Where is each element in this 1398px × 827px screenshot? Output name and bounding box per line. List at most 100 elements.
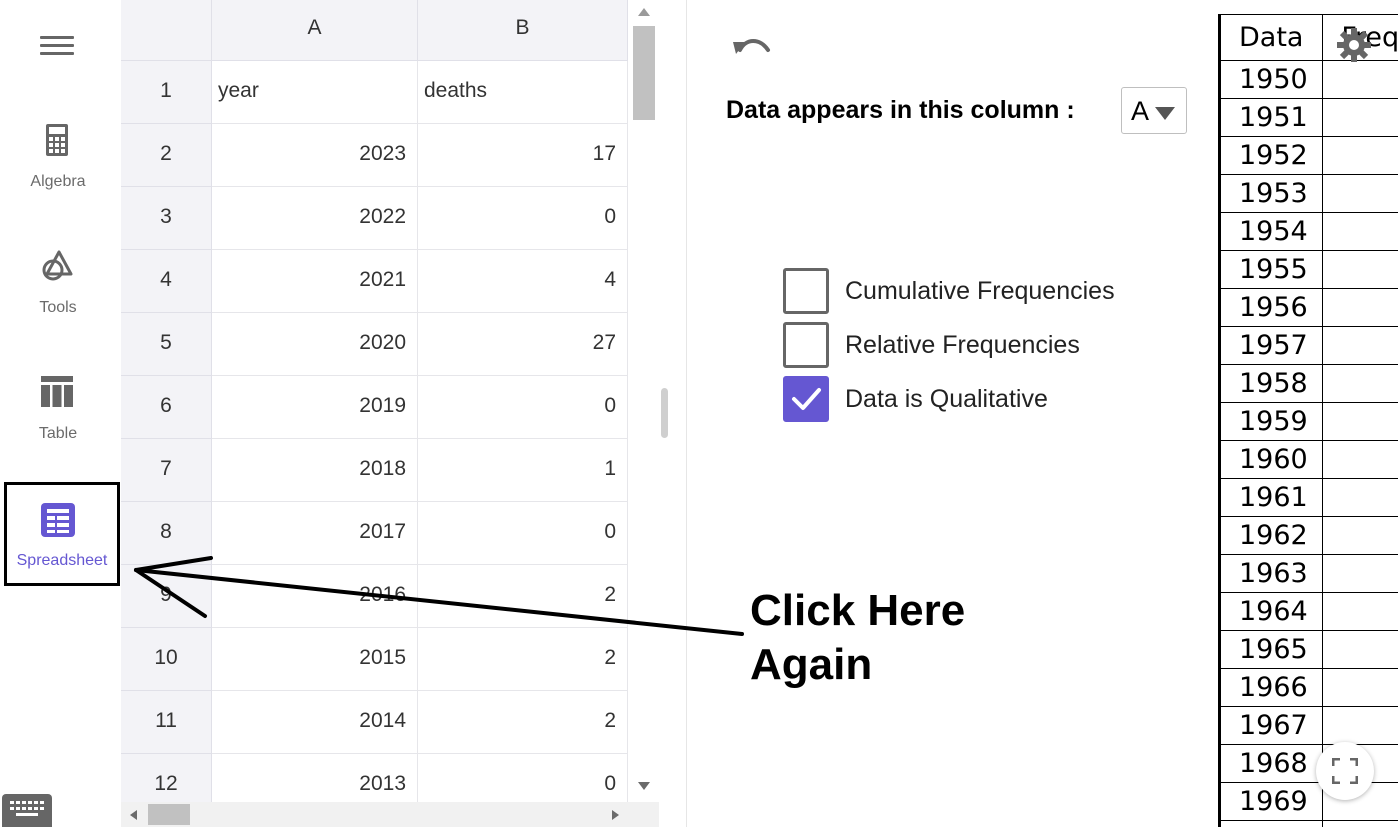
cell-a[interactable]: 2020 xyxy=(212,313,418,376)
table-row: 1970 xyxy=(1220,820,1398,827)
cell-b[interactable]: 17 xyxy=(418,124,628,187)
frequency-cell xyxy=(1322,820,1398,827)
horizontal-scroll-thumb[interactable] xyxy=(148,804,190,825)
data-cell: 1959 xyxy=(1220,402,1324,441)
cell-a[interactable]: 2023 xyxy=(212,124,418,187)
frequency-cell xyxy=(1322,326,1398,365)
table-row: 1953 xyxy=(1220,174,1398,213)
cumulative-frequencies-option[interactable]: Cumulative Frequencies xyxy=(783,268,1163,314)
menu-icon[interactable] xyxy=(40,34,74,60)
relative-frequencies-label: Relative Frequencies xyxy=(845,331,1080,359)
cell-a[interactable]: 2021 xyxy=(212,250,418,313)
nav-item-algebra[interactable]: Algebra xyxy=(0,122,116,226)
scroll-up-icon[interactable] xyxy=(638,8,650,16)
fullscreen-button[interactable] xyxy=(1316,742,1374,800)
column-header-a[interactable]: A xyxy=(212,0,418,61)
horizontal-scrollbar[interactable] xyxy=(121,802,659,827)
frequency-cell xyxy=(1322,250,1398,289)
panel-splitter[interactable] xyxy=(661,388,668,438)
frequency-table: Data Freq 1950 1951 1952 1953 1954 1955 1956 19… xyxy=(1218,14,1398,827)
relative-frequencies-option[interactable]: Relative Frequencies xyxy=(783,322,1163,368)
cell-b[interactable]: 2 xyxy=(418,565,628,628)
sheet-corner[interactable] xyxy=(121,0,212,61)
cell-b[interactable]: 27 xyxy=(418,313,628,376)
scroll-left-icon[interactable] xyxy=(130,810,137,820)
gear-icon[interactable] xyxy=(1336,27,1372,63)
data-is-qualitative-option[interactable]: Data is Qualitative xyxy=(783,376,1163,422)
vertical-scrollbar[interactable] xyxy=(630,0,658,800)
cell-a[interactable]: 2015 xyxy=(212,628,418,691)
undo-icon[interactable] xyxy=(730,30,772,64)
data-cell: 1962 xyxy=(1220,516,1324,555)
data-is-qualitative-checkbox[interactable] xyxy=(783,376,829,422)
data-column-select[interactable]: A xyxy=(1121,87,1187,134)
data-cell: 1970 xyxy=(1220,820,1324,827)
frequency-cell xyxy=(1322,478,1398,517)
nav-item-tools[interactable]: Tools xyxy=(0,248,116,352)
nav-label-spreadsheet: Spreadsheet xyxy=(16,552,108,569)
cell-a[interactable]: 2018 xyxy=(212,439,418,502)
cell-b[interactable]: 0 xyxy=(418,187,628,250)
scroll-down-icon[interactable] xyxy=(638,782,650,790)
row-header[interactable]: 9 xyxy=(121,565,212,628)
chevron-down-icon xyxy=(1155,107,1175,120)
row-header[interactable]: 6 xyxy=(121,376,212,439)
nav-item-spreadsheet[interactable]: Spreadsheet xyxy=(4,482,120,586)
cell-b[interactable]: deaths xyxy=(418,61,628,124)
data-cell: 1969 xyxy=(1220,782,1324,821)
cell-b[interactable]: 2 xyxy=(418,691,628,754)
row-header[interactable]: 7 xyxy=(121,439,212,502)
table-row: 1951 xyxy=(1220,98,1398,137)
data-cell: 1950 xyxy=(1220,60,1324,99)
data-cell: 1968 xyxy=(1220,744,1324,783)
table-row: 1956 xyxy=(1220,288,1398,327)
row-header[interactable]: 2 xyxy=(121,124,212,187)
frequency-cell xyxy=(1322,440,1398,479)
cell-b[interactable]: 0 xyxy=(418,376,628,439)
cell-a[interactable]: 2017 xyxy=(212,502,418,565)
nav-label-algebra: Algebra xyxy=(30,173,86,190)
row-header[interactable]: 8 xyxy=(121,502,212,565)
spreadsheet-view: A B 1 year deaths 2 2023 17 3 2022 0 4 2021 4 5 2020 2… xyxy=(121,0,687,827)
cell-a[interactable]: year xyxy=(212,61,418,124)
frequency-cell xyxy=(1322,592,1398,631)
sheet-row: 8 2017 0 xyxy=(121,502,628,565)
data-cell: 1957 xyxy=(1220,326,1324,365)
sheet-row: 3 2022 0 xyxy=(121,187,628,250)
row-header[interactable]: 4 xyxy=(121,250,212,313)
row-header[interactable]: 3 xyxy=(121,187,212,250)
cell-b[interactable]: 1 xyxy=(418,439,628,502)
table-row: 1957 xyxy=(1220,326,1398,365)
keyboard-icon[interactable] xyxy=(2,794,52,827)
table-row: 1950 xyxy=(1220,60,1398,99)
data-cell: 1952 xyxy=(1220,136,1324,175)
cumulative-frequencies-checkbox[interactable] xyxy=(783,268,829,314)
table-row: 1967 xyxy=(1220,706,1398,745)
sheet-row: 10 2015 2 xyxy=(121,628,628,691)
scroll-right-icon[interactable] xyxy=(612,810,619,820)
cell-a[interactable]: 2014 xyxy=(212,691,418,754)
row-header[interactable]: 5 xyxy=(121,313,212,376)
header-data: Data xyxy=(1220,14,1324,61)
sheet-row: 5 2020 27 xyxy=(121,313,628,376)
data-cell: 1961 xyxy=(1220,478,1324,517)
cell-a[interactable]: 2016 xyxy=(212,565,418,628)
cell-b[interactable]: 0 xyxy=(418,502,628,565)
calculator-icon xyxy=(46,124,68,156)
vertical-scroll-thumb[interactable] xyxy=(633,26,655,120)
cell-b[interactable]: 4 xyxy=(418,250,628,313)
cell-b[interactable]: 2 xyxy=(418,628,628,691)
nav-item-table[interactable]: Table xyxy=(0,374,116,478)
data-cell: 1956 xyxy=(1220,288,1324,327)
cell-a[interactable]: 2022 xyxy=(212,187,418,250)
data-cell: 1951 xyxy=(1220,98,1324,137)
row-header[interactable]: 1 xyxy=(121,61,212,124)
relative-frequencies-checkbox[interactable] xyxy=(783,322,829,368)
frequency-cell xyxy=(1322,288,1398,327)
cell-a[interactable]: 2019 xyxy=(212,376,418,439)
frequency-cell xyxy=(1322,516,1398,555)
row-header[interactable]: 11 xyxy=(121,691,212,754)
column-header-b[interactable]: B xyxy=(418,0,628,61)
row-header[interactable]: 10 xyxy=(121,628,212,691)
fullscreen-icon xyxy=(1332,758,1358,784)
